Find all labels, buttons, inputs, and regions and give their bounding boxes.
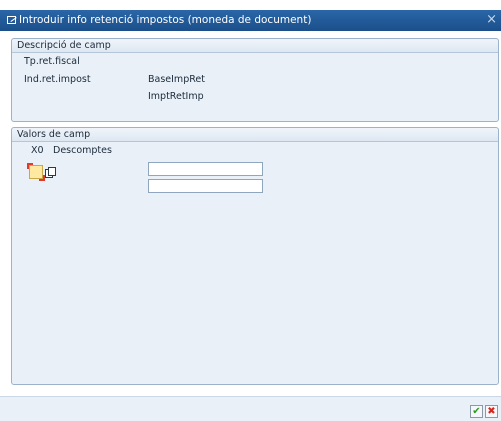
base-imp-ret-input[interactable] [148, 162, 263, 176]
field-description-header: Descripció de camp [12, 39, 498, 53]
close-icon[interactable]: × [486, 12, 497, 27]
withholding-description: Descomptes [53, 145, 112, 156]
withholding-code: X0 [31, 145, 44, 156]
tp-ret-fiscal-label: Tp.ret.fiscal [24, 56, 80, 67]
footer-divider [0, 396, 501, 397]
dialog-body: Descripció de camp Tp.ret.fiscal Ind.ret… [0, 31, 501, 396]
dialog-icon [7, 16, 16, 24]
impt-ret-imp-label: ImptRetImp [148, 91, 204, 102]
impt-ret-imp-input[interactable] [148, 179, 263, 193]
confirm-icon[interactable]: ✔ [470, 405, 483, 418]
window-title: Introduir info retenció impostos (moneda… [19, 14, 312, 26]
cancel-icon[interactable]: ✖ [485, 405, 498, 418]
base-imp-ret-label: BaseImpRet [148, 74, 205, 85]
checkbox-icon[interactable] [27, 163, 45, 181]
field-values-group: Valors de camp X0 Descomptes [11, 127, 499, 385]
window-titlebar: Introduir info retenció impostos (moneda… [0, 10, 501, 31]
field-values-header: Valors de camp [12, 128, 498, 142]
field-description-group: Descripció de camp Tp.ret.fiscal Ind.ret… [11, 38, 499, 122]
dialog-footer: ✔ ✖ [0, 396, 501, 421]
copy-icon[interactable] [45, 167, 56, 178]
ind-ret-impost-label: Ind.ret.impost [24, 74, 91, 85]
